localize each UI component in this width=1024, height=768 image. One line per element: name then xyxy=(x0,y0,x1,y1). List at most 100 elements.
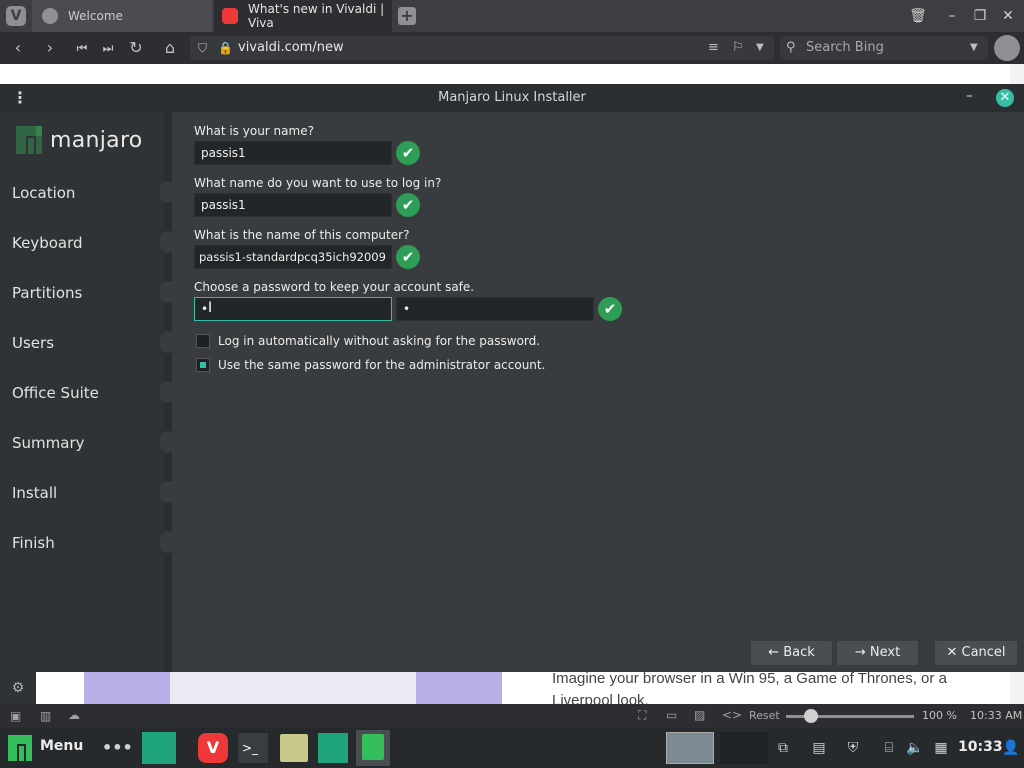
file-manager-icon[interactable] xyxy=(280,734,308,762)
hostname-input[interactable]: passis1-standardpcq35ich92009 xyxy=(194,245,392,269)
network-icon[interactable]: ⌸ xyxy=(880,740,898,756)
notes-icon[interactable]: ▤ xyxy=(810,740,828,756)
vivaldi-menu-icon[interactable]: V xyxy=(6,6,26,26)
terminal-icon[interactable]: >_ xyxy=(238,733,268,763)
back-icon[interactable]: ‹ xyxy=(8,38,28,58)
tab-label: Welcome xyxy=(68,9,123,23)
fast-forward-icon[interactable]: ⏭ xyxy=(98,38,118,58)
minimize-icon[interactable]: – xyxy=(966,88,973,104)
password-input[interactable]: • xyxy=(194,297,392,321)
step-node xyxy=(160,281,176,303)
close-icon[interactable]: ✕ xyxy=(998,6,1018,26)
code-icon[interactable]: <> xyxy=(722,708,742,722)
window-icon[interactable]: ▭ xyxy=(666,708,677,722)
search-field[interactable]: ⚲ Search Bing ▼ xyxy=(780,36,988,60)
step-node xyxy=(160,481,176,503)
step-location: Location xyxy=(12,184,76,202)
rewind-icon[interactable]: ⏮ xyxy=(72,38,92,58)
logo-text: manjaro xyxy=(50,127,143,153)
back-button[interactable]: ← Back xyxy=(751,641,832,665)
step-node xyxy=(160,531,176,553)
minimize-icon[interactable]: – xyxy=(942,6,962,26)
cancel-label: Cancel xyxy=(961,645,1006,660)
bookmark-icon[interactable]: ⚐ xyxy=(732,36,744,60)
step-finish: Finish xyxy=(12,534,55,552)
chevron-down-icon[interactable]: ▼ xyxy=(756,36,764,60)
reload-icon[interactable]: ↻ xyxy=(126,38,146,58)
back-label: Back xyxy=(783,645,815,660)
menu-label[interactable]: Menu xyxy=(40,738,83,754)
full-name-input[interactable]: passis1 xyxy=(194,141,392,165)
url-field[interactable]: ⛉ 🔒 vivaldi.com/new ≡ ⚐ ▼ xyxy=(190,36,774,60)
password-question: Choose a password to keep your account s… xyxy=(194,280,475,294)
status-clock: 10:33 AM xyxy=(970,709,1023,722)
manjaro-menu-icon[interactable] xyxy=(8,735,32,761)
tab-whats-new[interactable]: What's new in Vivaldi | Viva xyxy=(214,0,392,32)
step-keyboard: Keyboard xyxy=(12,234,83,252)
step-partitions: Partitions xyxy=(12,284,83,302)
installer-title: Manjaro Linux Installer xyxy=(0,84,1024,112)
shield-icon: ⛉ xyxy=(198,41,208,55)
step-node xyxy=(160,181,176,203)
arrow-right-icon: → xyxy=(854,645,866,660)
user-icon[interactable]: 👤 xyxy=(1002,740,1020,756)
step-summary: Summary xyxy=(12,434,85,452)
same-password-checkbox[interactable] xyxy=(196,358,210,372)
tab-label: What's new in Vivaldi | Viva xyxy=(248,2,385,30)
lock-icon: 🔒 xyxy=(218,41,233,55)
cancel-button[interactable]: ✕ Cancel xyxy=(935,641,1017,665)
volume-icon[interactable]: 🔈 xyxy=(906,740,924,756)
clipboard-icon[interactable]: ▦ xyxy=(932,740,950,756)
trash-icon[interactable]: 🗑 xyxy=(908,6,928,26)
step-users: Users xyxy=(12,334,55,352)
close-icon: ✕ xyxy=(946,645,958,660)
url-text: vivaldi.com/new xyxy=(238,40,344,55)
gear-icon[interactable]: ⚙ xyxy=(0,672,36,704)
same-password-label: Use the same password for the administra… xyxy=(218,358,546,372)
kebab-menu-icon[interactable]: ⋮ xyxy=(12,88,28,108)
installer-app-icon[interactable] xyxy=(356,730,390,766)
autologin-label: Log in automatically without asking for … xyxy=(218,334,541,348)
screens-icon[interactable]: ⧉ xyxy=(774,740,792,756)
zoom-reset-button[interactable]: Reset xyxy=(749,709,780,722)
desktop-icon[interactable] xyxy=(142,732,176,764)
close-icon[interactable]: ✕ xyxy=(996,89,1014,107)
profile-avatar[interactable] xyxy=(994,35,1020,61)
image-icon[interactable]: ▨ xyxy=(694,708,705,722)
tile-icon[interactable]: ▥ xyxy=(40,709,51,723)
search-placeholder: Search Bing xyxy=(806,40,884,55)
name-question: What is your name? xyxy=(194,124,314,138)
home-icon[interactable]: ⌂ xyxy=(160,38,180,58)
workspace-2[interactable] xyxy=(720,732,768,764)
app-grid-icon[interactable]: ••• xyxy=(102,738,133,757)
manjaro-logo-icon xyxy=(16,126,42,154)
panel-toggle-icon[interactable]: ▣ xyxy=(10,709,21,723)
zoom-level: 100 % xyxy=(922,709,957,722)
shield-icon[interactable]: ⛨ xyxy=(844,740,862,756)
reader-icon[interactable]: ≡ xyxy=(708,36,719,60)
username-input[interactable]: passis1 xyxy=(194,193,392,217)
password-confirm-input[interactable]: • xyxy=(396,297,594,321)
forward-icon[interactable]: › xyxy=(40,38,60,58)
cloud-icon[interactable]: ☁ xyxy=(68,708,80,722)
login-question: What name do you want to use to log in? xyxy=(194,176,442,190)
manjaro-logo: manjaro xyxy=(16,124,143,156)
step-node xyxy=(160,331,176,353)
step-node xyxy=(160,381,176,403)
next-button[interactable]: → Next xyxy=(837,641,918,665)
globe-icon xyxy=(42,8,58,24)
manjaro-app-icon[interactable] xyxy=(318,733,348,763)
capture-icon[interactable]: ⛶ xyxy=(638,708,646,723)
vivaldi-favicon-icon xyxy=(222,8,238,24)
workspace-1[interactable] xyxy=(666,732,714,764)
chevron-down-icon[interactable]: ▼ xyxy=(970,36,978,60)
zoom-slider-handle[interactable] xyxy=(804,709,818,723)
new-tab-icon[interactable]: + xyxy=(398,7,416,25)
autologin-checkbox[interactable] xyxy=(196,334,210,348)
valid-check-icon: ✔ xyxy=(396,245,420,269)
restore-icon[interactable]: ❐ xyxy=(970,6,990,26)
taskbar-clock: 10:33 xyxy=(958,739,1003,755)
tab-welcome[interactable]: Welcome xyxy=(32,0,212,32)
vivaldi-app-icon[interactable]: V xyxy=(198,733,228,763)
valid-check-icon: ✔ xyxy=(598,297,622,321)
